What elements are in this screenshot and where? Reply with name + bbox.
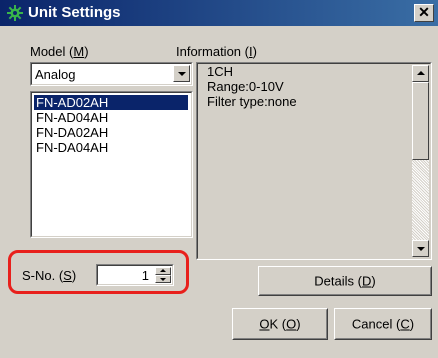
spin-up-button[interactable]: [155, 267, 171, 275]
list-item[interactable]: FN-DA02AH: [34, 125, 110, 140]
info-line: 1CH: [207, 64, 234, 79]
model-combobox-value: Analog: [35, 67, 76, 82]
list-item[interactable]: FN-AD04AH: [34, 110, 110, 125]
spin-down-button[interactable]: [155, 275, 171, 283]
sno-value[interactable]: 1: [142, 268, 149, 283]
combobox-dropdown-button[interactable]: [173, 65, 190, 82]
cancel-button[interactable]: Cancel (C): [334, 308, 432, 340]
chevron-down-icon: [417, 247, 425, 251]
ok-button[interactable]: OK (O): [232, 308, 328, 340]
sno-spinbox[interactable]: 1: [96, 264, 174, 286]
chevron-down-icon: [178, 72, 186, 76]
chevron-up-icon: [160, 269, 166, 272]
scroll-thumb[interactable]: [412, 82, 429, 160]
info-scrollbar[interactable]: [412, 65, 429, 257]
scroll-up-button[interactable]: [412, 65, 429, 82]
info-line: Range:0-10V: [207, 79, 284, 94]
chevron-down-icon: [160, 278, 166, 281]
info-line: Filter type:none: [207, 94, 297, 109]
model-list[interactable]: FN-AD02AH FN-AD04AH FN-DA02AH FN-DA04AH: [30, 91, 193, 238]
gear-icon: [7, 5, 23, 21]
list-item[interactable]: FN-AD02AH: [34, 95, 188, 110]
sno-label: S-No. (S): [22, 268, 77, 283]
close-icon: ✕: [418, 4, 430, 20]
title-bar[interactable]: Unit Settings ✕: [0, 0, 438, 26]
information-label: Information (I): [176, 44, 257, 59]
scroll-down-button[interactable]: [412, 240, 429, 257]
details-button[interactable]: Details (D): [258, 266, 432, 296]
model-combobox[interactable]: Analog: [30, 62, 193, 86]
information-panel: 1CH Range:0-10V Filter type:none: [196, 62, 432, 260]
window-title: Unit Settings: [28, 4, 121, 21]
chevron-up-icon: [417, 71, 425, 75]
close-button[interactable]: ✕: [414, 4, 434, 22]
unit-settings-dialog: Unit Settings ✕ Model (M) Information (I…: [0, 0, 438, 358]
list-item[interactable]: FN-DA04AH: [34, 140, 110, 155]
model-label: Model (M): [30, 44, 89, 59]
